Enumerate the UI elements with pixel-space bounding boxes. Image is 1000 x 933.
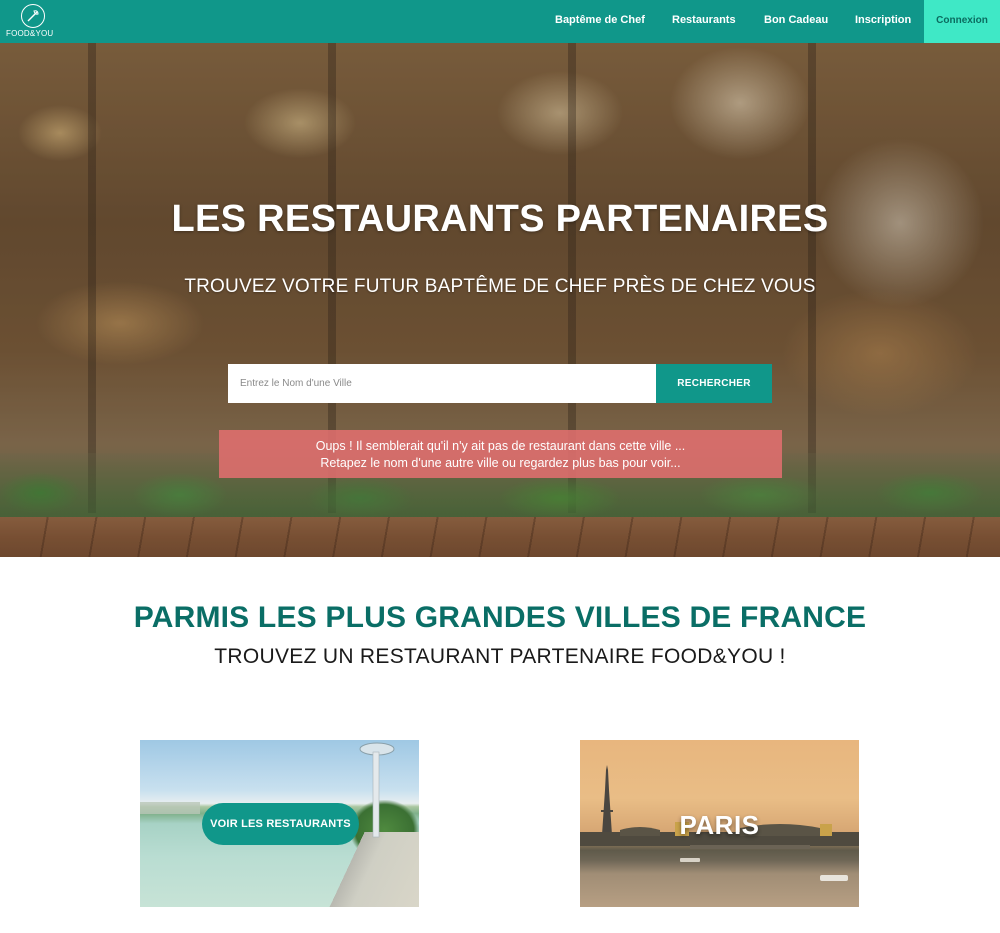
section-title: PARMIS LES PLUS GRANDES VILLES DE FRANCE (133, 601, 867, 634)
connexion-button[interactable]: Connexion (924, 0, 1000, 43)
city-search-input[interactable] (228, 364, 656, 403)
alert-line-1: Oups ! Il semblerait qu'il n'y ait pas d… (315, 439, 686, 453)
nav-link-restaurants[interactable]: Restaurants (672, 0, 736, 43)
hero-overlay (0, 43, 1000, 557)
hero-banner: LES RESTAURANTS PARTENAIRES TROUVEZ VOTR… (0, 43, 1000, 557)
brand-logo[interactable]: FOOD&YOU (6, 4, 60, 40)
city-card-1[interactable]: VOIR LES RESTAURANTS (140, 740, 419, 907)
nav-link-bon-cadeau[interactable]: Bon Cadeau (764, 0, 828, 43)
alert-line-2: Retapez le nom d'une autre ville ou rega… (320, 456, 681, 470)
hero-title: LES RESTAURANTS PARTENAIRES (171, 198, 829, 240)
brand-logo-text: FOOD&YOU (6, 29, 54, 38)
top-navbar: FOOD&YOU Baptême de Chef Restaurants Bon… (0, 0, 1000, 43)
search-button[interactable]: RECHERCHER (656, 364, 772, 403)
nav-link-inscription[interactable]: Inscription (855, 0, 911, 43)
city-label-paris: PARIS (679, 810, 760, 840)
voir-les-restaurants-button[interactable]: VOIR LES RESTAURANTS (202, 803, 359, 845)
city-card-paris[interactable]: PARIS (580, 740, 859, 907)
chef-whisk-logo-icon (21, 4, 45, 28)
nav-link-bapteme-de-chef[interactable]: Baptême de Chef (555, 0, 645, 43)
hero-subtitle: TROUVEZ VOTRE FUTUR BAPTÊME DE CHEF PRÈS… (184, 276, 816, 297)
no-restaurant-alert: Oups ! Il semblerait qu'il n'y ait pas d… (219, 430, 782, 478)
section-subtitle: TROUVEZ UN RESTAURANT PARTENAIRE FOOD&YO… (214, 645, 786, 668)
